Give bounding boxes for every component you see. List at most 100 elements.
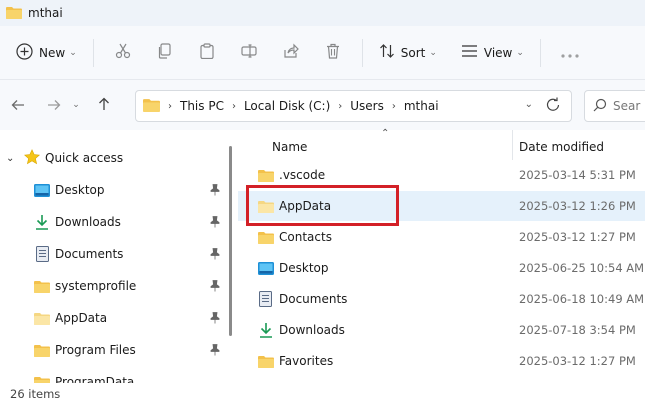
pin-icon[interactable] [210,280,220,295]
documents-icon [259,291,272,311]
column-header-name[interactable]: Name [272,140,307,154]
pin-icon[interactable] [210,344,220,359]
column-divider[interactable] [512,130,513,160]
sidebar-item-label: ProgramData [55,375,135,383]
view-button-label: View [483,45,513,60]
breadcrumb-separator: › [231,100,236,112]
pin-icon[interactable] [210,248,220,263]
sort-button-label: Sort [400,45,426,60]
chevron-down-icon: ⌄ [69,47,77,58]
arrow-up-icon [98,96,110,115]
back-button[interactable] [4,91,32,119]
file-name: Desktop [279,261,329,275]
more-icon [561,43,579,62]
file-row-documents[interactable]: Documents 2025-06-18 10:49 AM [238,284,645,314]
breadcrumb-separator: › [391,100,396,112]
forward-button[interactable] [40,91,68,119]
sidebar-item-quick-access[interactable]: ⌄ Quick access [0,146,123,170]
pin-icon[interactable] [210,312,220,327]
quick-access-label: Quick access [45,151,124,165]
file-date: 2025-07-18 3:54 PM [519,323,636,337]
item-count: 26 items [10,387,61,401]
file-date: 2025-03-12 1:27 PM [519,354,636,368]
address-history-chevron-icon[interactable]: ⌄ [525,99,533,110]
up-button[interactable] [90,91,118,119]
chevron-down-icon: ⌄ [516,47,524,58]
folder-icon [34,374,50,383]
download-icon [259,322,273,342]
sort-ascending-icon: ⌃ [381,128,390,139]
sidebar-scrollbar-thumb[interactable] [229,146,232,336]
file-row-favorites[interactable]: Favorites 2025-03-12 1:27 PM [238,346,645,376]
file-row-desktop[interactable]: Desktop 2025-06-25 10:54 AM [238,253,645,283]
sidebar-item-label: AppData [55,311,108,325]
search-icon [593,97,607,116]
view-button[interactable]: View ⌄ [453,38,532,68]
documents-icon [34,246,50,262]
rename-button[interactable] [233,38,265,68]
breadcrumb-separator: › [168,100,172,112]
sidebar-item-downloads[interactable]: Downloads [34,210,224,234]
breadcrumb-users[interactable]: Users [350,99,384,113]
file-date: 2025-03-14 5:31 PM [519,168,636,182]
toolbar-divider [361,38,363,67]
sort-button[interactable]: Sort ⌄ [371,38,445,68]
breadcrumb-this-pc[interactable]: This PC [180,99,224,113]
file-name: Documents [279,292,348,306]
file-name: .vscode [279,168,326,182]
window-title: mthai [28,6,63,20]
sidebar-item-label: systemprofile [55,279,137,293]
toolbar-divider [539,38,541,67]
folder-icon [34,310,50,326]
file-row-downloads[interactable]: Downloads 2025-07-18 3:54 PM [238,315,645,345]
folder-icon [34,278,50,294]
navigation-pane: ⌄ Quick access Desktop Downloads Documen… [0,130,235,383]
file-date: 2025-03-12 1:26 PM [519,199,636,213]
cut-icon [115,43,131,63]
file-name: Contacts [279,230,332,244]
sidebar-item-desktop[interactable]: Desktop [34,178,224,202]
folder-icon [258,167,274,186]
new-button-label: New [39,45,66,60]
file-row-contacts[interactable]: Contacts 2025-03-12 1:27 PM [238,222,645,252]
refresh-icon[interactable] [545,97,561,117]
arrow-left-icon [11,96,25,115]
sidebar-item-label: Documents [55,247,124,261]
sidebar-item-appdata[interactable]: AppData [34,306,224,330]
sidebar-item-documents[interactable]: Documents [34,242,224,266]
chevron-down-icon: ⌄ [72,100,80,110]
file-date: 2025-06-18 10:49 AM [519,292,645,306]
download-icon [34,214,50,230]
address-bar[interactable]: › This PC › Local Disk (C:) › Users › mt… [135,90,572,122]
breadcrumb-local-disk[interactable]: Local Disk (C:) [244,99,330,113]
chevron-down-icon: ⌄ [6,152,15,164]
sort-icon [379,43,395,62]
copy-button[interactable] [149,38,181,68]
sidebar-item-program-files[interactable]: Program Files [34,338,224,362]
share-button[interactable] [275,38,307,68]
column-header-date-modified[interactable]: Date modified [519,140,604,154]
share-icon [283,43,299,63]
arrow-right-icon [47,96,61,115]
breadcrumb-separator: › [338,100,343,112]
sidebar-item-label: Program Files [55,343,136,357]
cut-button[interactable] [107,38,139,68]
plus-circle-icon [16,42,33,63]
sidebar-item-label: Desktop [55,183,105,197]
folder-icon [258,229,274,248]
new-button[interactable]: New ⌄ [8,38,85,68]
delete-icon [325,43,341,63]
pin-icon[interactable] [210,184,220,199]
search-box[interactable]: Sear [584,90,645,122]
delete-button[interactable] [317,38,349,68]
recent-locations-button[interactable]: ⌄ [68,91,84,119]
pin-icon[interactable] [210,216,220,231]
navigation-bar: ⌄ › This PC › Local Disk (C:) › Users › … [0,80,645,130]
sidebar-item-programdata[interactable]: ProgramData [34,370,224,383]
more-options-button[interactable] [554,38,586,68]
paste-button[interactable] [191,38,223,68]
sidebar-item-systemprofile[interactable]: systemprofile [34,274,224,298]
search-placeholder: Sear [613,99,641,113]
breadcrumb-mthai[interactable]: mthai [404,99,439,113]
folder-icon [34,342,50,358]
